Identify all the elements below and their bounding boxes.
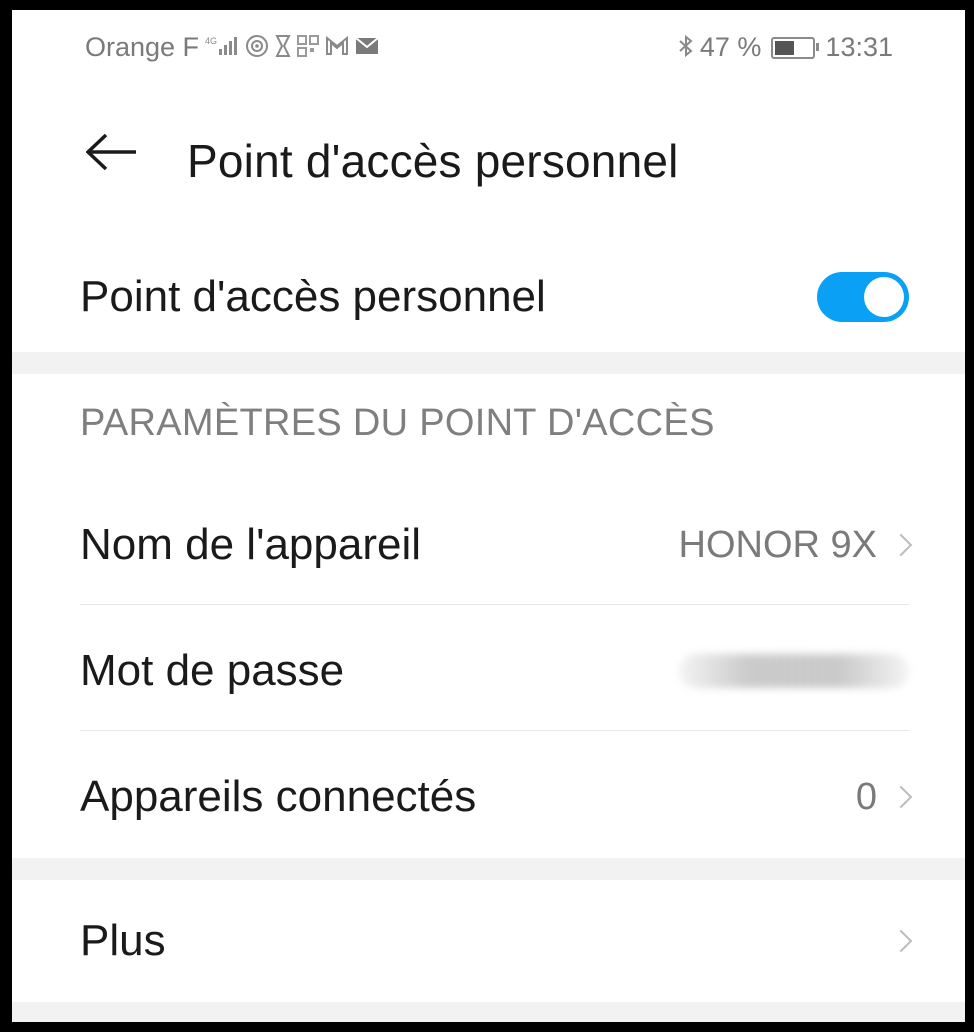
chevron-right-icon bbox=[889, 929, 913, 953]
clock: 13:31 bbox=[825, 32, 893, 62]
hotspot-toggle-row[interactable]: Point d'accès personnel bbox=[80, 242, 909, 352]
connected-devices-count: 0 bbox=[855, 775, 877, 818]
password-value-blurred bbox=[679, 654, 909, 688]
hotspot-icon bbox=[245, 34, 269, 62]
password-label: Mot de passe bbox=[80, 646, 345, 695]
connected-devices-label: Appareils connectés bbox=[80, 772, 477, 821]
hotspot-toggle-switch[interactable] bbox=[817, 272, 909, 322]
section-gap bbox=[12, 352, 965, 374]
carrier-name: Orange F bbox=[85, 32, 200, 62]
connected-devices-row[interactable]: Appareils connectés 0 bbox=[80, 738, 913, 856]
hotspot-toggle-label: Point d'accès personnel bbox=[80, 272, 546, 321]
section-gap bbox=[12, 858, 965, 880]
back-button[interactable] bbox=[84, 124, 140, 180]
battery-icon bbox=[771, 36, 820, 59]
bluetooth-icon bbox=[678, 34, 694, 62]
hourglass-icon bbox=[275, 34, 291, 62]
divider bbox=[80, 730, 909, 731]
battery-percent: 47 % bbox=[699, 32, 762, 62]
page-title: Point d'accès personnel bbox=[187, 135, 679, 187]
app-header: Point d'accès personnel bbox=[12, 98, 965, 218]
section-gap bbox=[12, 1002, 965, 1022]
mail-icon bbox=[355, 36, 379, 60]
more-row[interactable]: Plus bbox=[80, 882, 913, 1000]
device-name-value: HONOR 9X bbox=[678, 523, 877, 566]
toggle-knob bbox=[864, 277, 904, 317]
device-name-label: Nom de l'appareil bbox=[80, 520, 422, 569]
status-bar-right: 47 % 13:31 bbox=[678, 32, 893, 63]
gmail-icon bbox=[325, 35, 349, 60]
status-bar-left: Orange F 4G bbox=[85, 32, 379, 63]
chevron-right-icon bbox=[889, 785, 913, 809]
network-type-label: 4G bbox=[205, 36, 217, 46]
connected-devices-value-wrap: 0 bbox=[855, 775, 913, 819]
battery-fill bbox=[775, 40, 795, 55]
back-arrow-icon bbox=[86, 133, 136, 171]
section-title: PARAMÈTRES DU POINT D'ACCÈS bbox=[80, 402, 715, 444]
password-row[interactable]: Mot de passe bbox=[80, 612, 909, 730]
more-value-wrap bbox=[887, 929, 913, 953]
password-value-wrap bbox=[679, 654, 909, 688]
device-name-value-wrap: HONOR 9X bbox=[678, 523, 913, 567]
divider bbox=[80, 604, 909, 605]
status-bar: Orange F 4G 47 % 13:31 bbox=[12, 10, 965, 88]
chevron-right-icon bbox=[889, 533, 913, 557]
phone-screen: Orange F 4G 47 % 13:31 Point d'accès per… bbox=[12, 10, 965, 1022]
signal-icon: 4G bbox=[205, 35, 239, 61]
qr-icon bbox=[297, 34, 320, 61]
device-name-row[interactable]: Nom de l'appareil HONOR 9X bbox=[80, 486, 913, 604]
more-label: Plus bbox=[80, 916, 166, 965]
